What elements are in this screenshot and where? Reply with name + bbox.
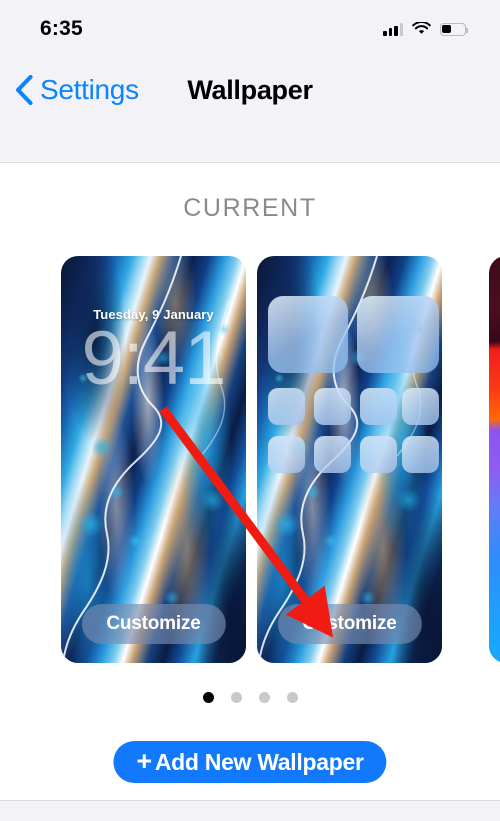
wallpaper-settings-screen: 6:35 Settings Wallpaper CURRENT Tuesday,… [0, 0, 500, 821]
page-dot-1[interactable] [202, 692, 214, 703]
status-bar-indicators [383, 22, 469, 36]
wifi-icon [412, 22, 431, 36]
page-dot-3[interactable] [258, 692, 270, 703]
current-section-label: CURRENT [183, 194, 317, 222]
page-title: Wallpaper [187, 75, 313, 105]
battery-icon [440, 22, 469, 36]
page-indicator-dots[interactable] [0, 692, 500, 703]
lock-screen-wallpaper-card[interactable]: Tuesday, 9 January 9:41 Customize [61, 256, 246, 663]
home-screen-app-icon-placeholder [314, 436, 351, 473]
home-screen-app-icon-placeholder [314, 388, 351, 425]
cellular-signal-icon [383, 22, 403, 36]
home-screen-app-icon-placeholder [402, 388, 439, 425]
home-screen-app-icon-placeholder [360, 388, 397, 425]
add-new-wallpaper-button[interactable]: + Add New Wallpaper [113, 741, 387, 783]
wallpaper-carousel[interactable]: Tuesday, 9 January 9:41 Customize Custom… [0, 256, 500, 664]
home-screen-customize-button[interactable]: Customize [277, 604, 422, 644]
lock-screen-customize-button[interactable]: Customize [81, 604, 226, 644]
status-bar-time: 6:35 [40, 17, 83, 40]
plus-icon: + [136, 745, 152, 776]
home-screen-placeholder-layer [257, 256, 442, 663]
home-screen-app-icon-placeholder [360, 436, 397, 473]
home-screen-widget-placeholder [357, 296, 439, 373]
home-screen-app-icon-placeholder [268, 388, 305, 425]
lock-screen-time: 9:41 [81, 316, 227, 401]
page-dot-4[interactable] [286, 692, 298, 703]
next-wallpaper-image [489, 256, 500, 663]
home-screen-widget-placeholder [268, 296, 348, 373]
status-bar: 6:35 [0, 0, 500, 58]
navigation-bar: Settings Wallpaper [0, 58, 500, 163]
home-screen-wallpaper-card[interactable]: Customize [257, 256, 442, 663]
home-screen-app-icon-placeholder [402, 436, 439, 473]
page-dot-2[interactable] [230, 692, 242, 703]
next-wallpaper-card[interactable] [489, 256, 500, 663]
content-area: CURRENT Tuesday, 9 January 9:41 Customiz… [0, 164, 500, 800]
add-new-wallpaper-label: Add New Wallpaper [154, 748, 364, 775]
home-screen-app-icon-placeholder [268, 436, 305, 473]
bottom-strip [0, 800, 500, 821]
